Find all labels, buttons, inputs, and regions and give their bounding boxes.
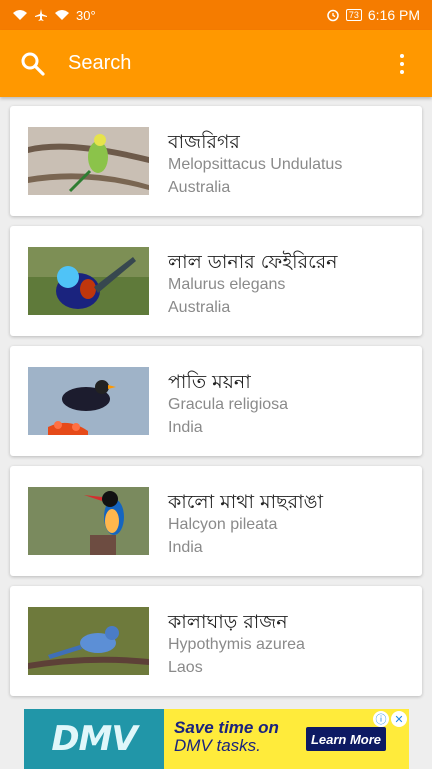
ad-controls: ⓘ ✕: [373, 711, 407, 727]
more-vert-icon[interactable]: [390, 49, 414, 79]
ad-headline: Save time on DMV tasks.: [174, 719, 279, 755]
search-icon[interactable]: [20, 51, 46, 77]
bird-card[interactable]: বাজরিগর Melopsittacus Undulatus Australi…: [10, 106, 422, 216]
clock-text: 6:16 PM: [367, 7, 420, 23]
bird-location: India: [168, 539, 203, 556]
status-bar: 30° 73 6:16 PM: [0, 0, 432, 30]
bird-location: India: [168, 419, 203, 436]
bird-thumbnail: [28, 607, 149, 675]
bird-scientific-name: Melopsittacus Undulatus: [168, 156, 343, 173]
wifi-icon: [13, 10, 27, 20]
bird-thumbnail: [28, 127, 149, 195]
wifi-icon-2: [55, 10, 69, 20]
info-icon[interactable]: ⓘ: [373, 711, 389, 727]
alarm-icon: [327, 9, 339, 22]
bird-card[interactable]: কালাঘাড় রাজন Hypothymis azurea Laos: [10, 586, 422, 696]
bird-thumbnail: [28, 487, 149, 555]
bird-scientific-name: Hypothymis azurea: [168, 636, 305, 653]
ad-headline-line-1: Save time on: [174, 718, 279, 737]
bird-location: Laos: [168, 659, 203, 676]
bird-location: Australia: [168, 299, 231, 316]
bird-scientific-name: Halcyon pileata: [168, 516, 278, 533]
search-label[interactable]: Search: [68, 52, 131, 75]
close-icon[interactable]: ✕: [391, 711, 407, 727]
ad-brand-logo: DMV: [24, 709, 164, 769]
bird-list: বাজরিগর Melopsittacus Undulatus Australi…: [10, 106, 422, 706]
ad-cta-button[interactable]: Learn More: [306, 727, 386, 751]
bird-thumbnail: [28, 367, 149, 435]
bird-card[interactable]: লাল ডানার ফেইরিরেন Malurus elegans Austr…: [10, 226, 422, 336]
bird-card[interactable]: পাতি ময়না Gracula religiosa India: [10, 346, 422, 456]
temperature-text: 30°: [76, 7, 96, 23]
bird-scientific-name: Malurus elegans: [168, 276, 286, 293]
app-bar: Search: [0, 30, 432, 97]
ad-banner[interactable]: DMV Save time on DMV tasks. Learn More ⓘ…: [24, 709, 409, 769]
battery-icon: 73: [345, 9, 362, 21]
bird-card[interactable]: কালো মাথা মাছরাঙা Halcyon pileata India: [10, 466, 422, 576]
bird-thumbnail: [28, 247, 149, 315]
bird-scientific-name: Gracula religiosa: [168, 396, 289, 413]
airplane-icon: [35, 9, 47, 21]
ad-headline-line-2: DMV tasks.: [174, 736, 261, 755]
status-icons-left: 30°: [12, 8, 96, 23]
bird-location: Australia: [168, 179, 231, 196]
status-icons-right: 73 6:16 PM: [326, 7, 420, 23]
